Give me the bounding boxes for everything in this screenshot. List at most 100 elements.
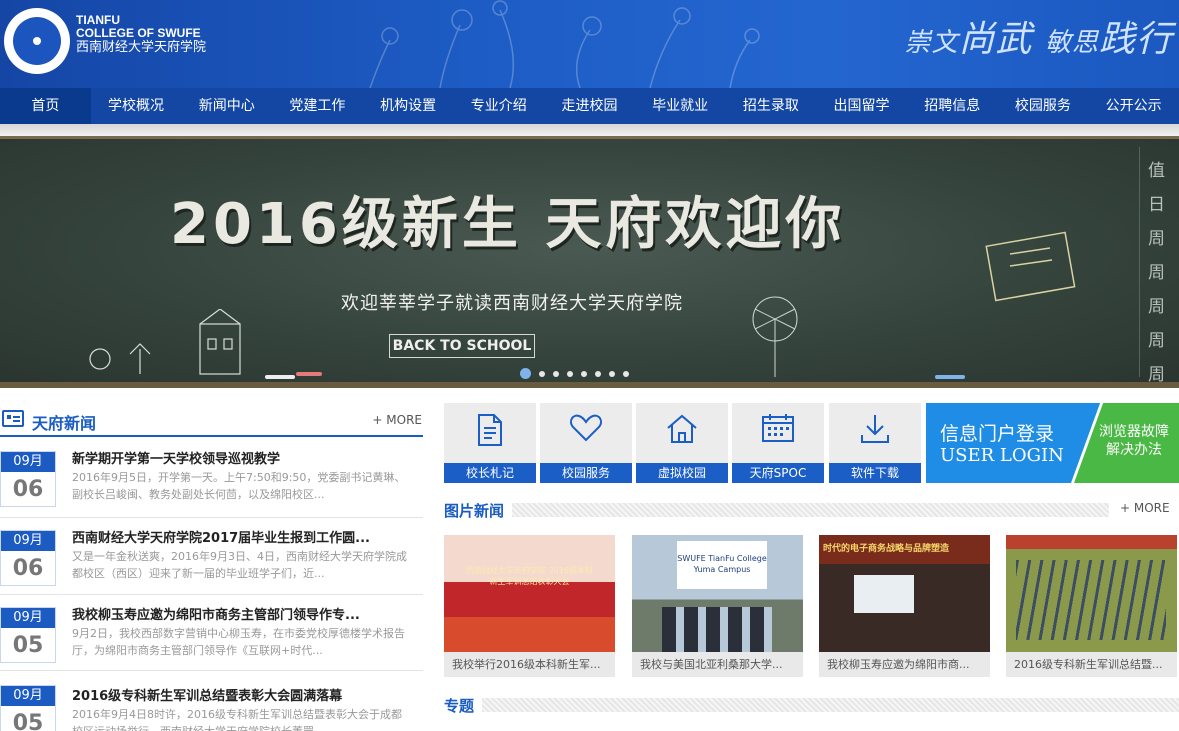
- news-day: 06: [12, 477, 44, 502]
- nav-divider: [0, 124, 1179, 136]
- news-icon: [2, 410, 24, 427]
- carousel-dot[interactable]: [609, 370, 615, 377]
- news-section-title[interactable]: 天府新闻: [32, 410, 96, 434]
- duty-roster-char: 周: [1148, 229, 1165, 249]
- photo-news-item[interactable]: 时代的电子商务战略与品牌塑造 我校柳玉寿应邀为绵阳市商...: [819, 535, 990, 677]
- news-summary: 9月2日，我校西部数字营销中心柳玉寿，在市委党校厚德楼学术报告厅，为绵阳市商务主…: [72, 627, 405, 657]
- quicklink-label: 校长札记: [444, 463, 536, 483]
- chalk-piece: [296, 372, 322, 376]
- photo-news-item[interactable]: 2016级专科新生军训总结暨...: [1006, 535, 1177, 677]
- photo-news-item[interactable]: SWUFE TianFu College Yuma Campus 我校与美国北亚…: [632, 535, 803, 677]
- photo-news-image[interactable]: SWUFE TianFu College Yuma Campus: [632, 535, 803, 652]
- browser-help-line2: 解决办法: [1106, 442, 1162, 458]
- photo-sign-text: SWUFE TianFu College Yuma Campus: [677, 541, 767, 589]
- photo-caption[interactable]: 我校与美国北亚利桑那大学...: [632, 652, 803, 677]
- motto-part3: 敏思: [1044, 28, 1099, 58]
- notebook-doodle-icon: [985, 231, 1076, 302]
- college-logo-icon[interactable]: [4, 8, 70, 74]
- carousel-dot[interactable]: [595, 370, 601, 377]
- carousel-dot[interactable]: [623, 370, 629, 377]
- photo-news-image[interactable]: 时代的电子商务战略与品牌塑造: [819, 535, 990, 652]
- news-item[interactable]: 09月 05 我校柳玉寿应邀为绵阳市商务主管部门领导作专... 9月2日，我校西…: [0, 607, 423, 687]
- nav-item-party[interactable]: 党建工作: [272, 88, 363, 124]
- photo-caption[interactable]: 我校柳玉寿应邀为绵阳市商...: [819, 652, 990, 677]
- section-bar: [512, 503, 1109, 517]
- news-title[interactable]: 新学期开学第一天学校领导巡视教学: [72, 448, 422, 467]
- projection-screen: [854, 575, 914, 613]
- nav-item-services[interactable]: 校园服务: [998, 88, 1089, 124]
- login-title-en: USER LOGIN: [940, 445, 1064, 466]
- section-bar: [482, 698, 1179, 712]
- motto-part1: 崇文: [904, 28, 959, 58]
- duty-roster-char: 周: [1148, 297, 1165, 317]
- photo-caption[interactable]: 2016级专科新生军训总结暨...: [1006, 652, 1177, 677]
- duty-roster-char: 周: [1148, 263, 1165, 283]
- quicklink-spoc[interactable]: 天府SPOC: [732, 403, 824, 483]
- nav-item-departments[interactable]: 机构设置: [363, 88, 454, 124]
- chalk-doodles-illustration: [89, 309, 241, 375]
- browser-help-line1: 浏览器故障: [1099, 424, 1169, 440]
- college-name[interactable]: TIANFU COLLEGE OF SWUFE 西南财经大学天府学院: [76, 14, 206, 56]
- nav-item-majors[interactable]: 专业介绍: [453, 88, 544, 124]
- photo-banner-text: 西南财经大学天府学院 2016级本科新生军训总结表彰大会: [466, 566, 593, 586]
- photo-news-title[interactable]: 图片新闻: [444, 500, 504, 521]
- news-section-header: 天府新闻 + MORE: [0, 407, 423, 437]
- logo-en-line2: COLLEGE OF SWUFE: [76, 26, 201, 40]
- news-item[interactable]: 09月 05 2016级专科新生军训总结暨表彰大会圆满落幕 2016年9月4日8…: [0, 685, 423, 731]
- photo-news-more-link[interactable]: + MORE: [1120, 501, 1170, 515]
- nav-item-about[interactable]: 学校概况: [91, 88, 182, 124]
- news-title[interactable]: 西南财经大学天府学院2017届毕业生报到工作圆...: [72, 527, 422, 546]
- carousel-dot[interactable]: [520, 368, 531, 379]
- news-day: 06: [12, 556, 44, 581]
- news-title[interactable]: 2016级专科新生军训总结暨表彰大会圆满落幕: [72, 685, 422, 704]
- logo-cn: 西南财经大学天府学院: [76, 40, 207, 55]
- carousel-dot[interactable]: [567, 370, 573, 377]
- news-more-link[interactable]: + MORE: [372, 413, 422, 427]
- news-divider: [0, 670, 423, 671]
- quicklink-campus-service[interactable]: 校园服务: [540, 403, 632, 483]
- nav-item-home[interactable]: 首页: [0, 88, 91, 124]
- quicklink-virtual-campus[interactable]: 虚拟校园: [636, 403, 728, 483]
- user-login-banner[interactable]: 信息门户登录 USER LOGIN 浏览器故障 解决办法: [926, 403, 1179, 483]
- news-summary: 又是一年金秋送爽，2016年9月3日、4日，西南财经大学天府学院成都校区（西区）…: [72, 550, 407, 580]
- photo-lecture-title: 时代的电子商务战略与品牌塑造: [823, 544, 950, 554]
- hero-banner[interactable]: 2016级新生 天府欢迎你 欢迎莘莘学子就读西南财经大学天府学院 BACK TO…: [0, 136, 1179, 388]
- back-to-school-button[interactable]: BACK TO SCHOOL: [389, 334, 535, 358]
- quicklink-label: 软件下载: [829, 463, 921, 483]
- calendar-icon: [732, 413, 824, 453]
- news-title[interactable]: 我校柳玉寿应邀为绵阳市商务主管部门领导作专...: [72, 604, 422, 623]
- carousel-dot[interactable]: [553, 370, 559, 377]
- news-item[interactable]: 09月 06 西南财经大学天府学院2017届毕业生报到工作圆... 又是一年金秋…: [0, 530, 423, 610]
- quicklink-label: 天府SPOC: [732, 463, 824, 483]
- nav-item-study-abroad[interactable]: 出国留学: [816, 88, 907, 124]
- news-divider: [0, 594, 423, 595]
- photo-news-item[interactable]: 西南财经大学天府学院 2016级本科新生军训总结表彰大会 我校举行2016级本科…: [444, 535, 615, 677]
- heart-icon: [540, 413, 632, 453]
- quicklink-principal-notes[interactable]: 校长札记: [444, 403, 536, 483]
- marching-formation: [1016, 560, 1166, 640]
- photo-caption[interactable]: 我校举行2016级本科新生军...: [444, 652, 615, 677]
- nav-item-employment[interactable]: 毕业就业: [635, 88, 726, 124]
- carousel-dot[interactable]: [539, 370, 545, 377]
- carousel-dot[interactable]: [581, 370, 587, 377]
- nav-item-admissions[interactable]: 招生录取: [726, 88, 817, 124]
- quicklink-software-download[interactable]: 软件下载: [829, 403, 921, 483]
- nav-item-recruitment[interactable]: 招聘信息: [907, 88, 998, 124]
- nav-item-news[interactable]: 新闻中心: [181, 88, 272, 124]
- motto-part4: 践行: [1098, 19, 1173, 60]
- photo-news-image[interactable]: 西南财经大学天府学院 2016级本科新生军训总结表彰大会: [444, 535, 615, 652]
- news-month: 09月: [1, 452, 55, 472]
- quicklink-label: 校园服务: [540, 463, 632, 483]
- nav-item-disclosure[interactable]: 公开公示: [1088, 88, 1179, 124]
- photo-news-image[interactable]: [1006, 535, 1177, 652]
- news-item[interactable]: 09月 06 新学期开学第一天学校领导巡视教学 2016年9月5日，开学第一天。…: [0, 451, 423, 531]
- nav-item-campus[interactable]: 走进校园: [544, 88, 635, 124]
- document-icon: [444, 413, 536, 453]
- dandelion-decoration: [369, 0, 760, 88]
- chalk-piece: [265, 375, 295, 379]
- carousel-dots: [520, 368, 629, 379]
- special-topics-title[interactable]: 专题: [444, 695, 474, 716]
- news-month: 09月: [1, 531, 55, 551]
- main-nav: 首页 学校概况 新闻中心 党建工作 机构设置 专业介绍 走进校园 毕业就业 招生…: [0, 88, 1179, 124]
- news-day: 05: [12, 711, 44, 731]
